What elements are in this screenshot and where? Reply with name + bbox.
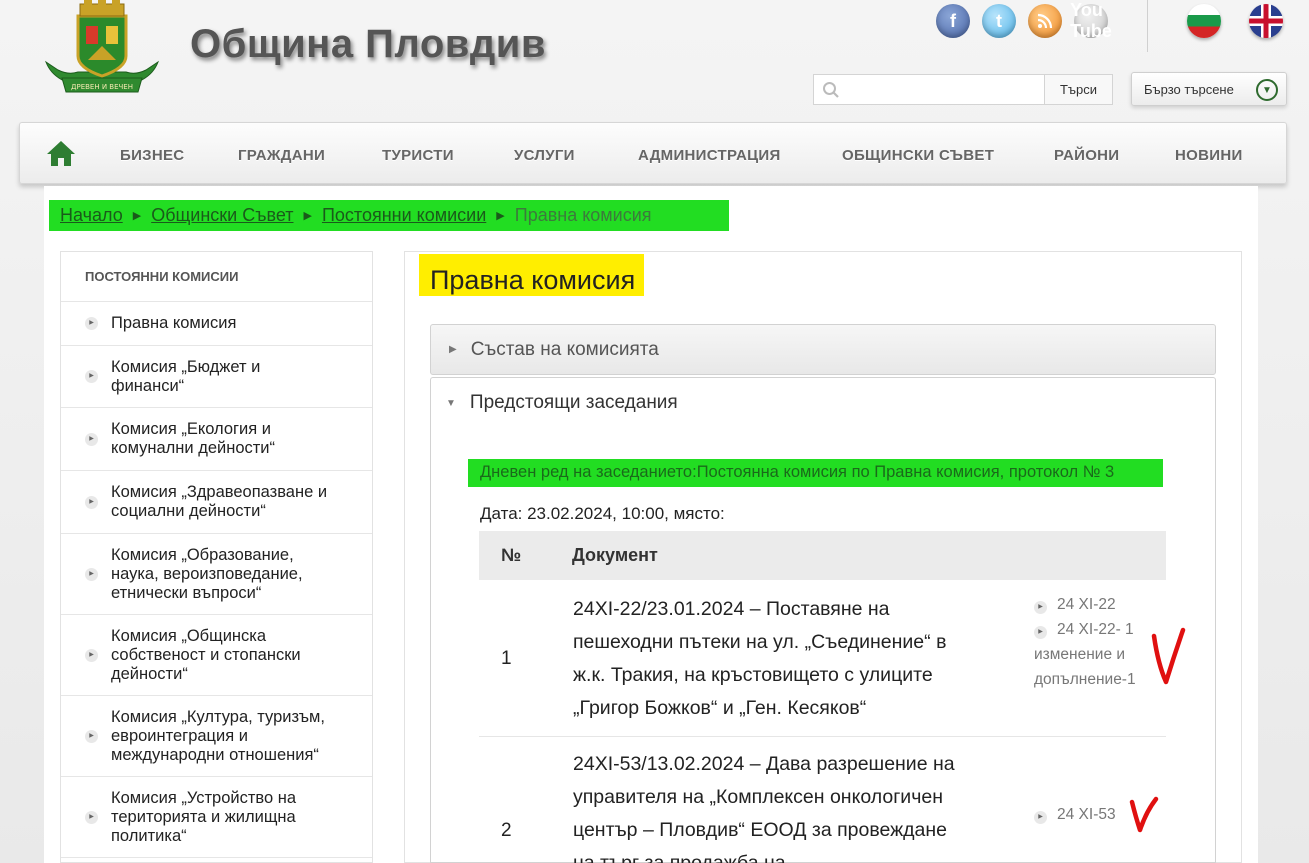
session-date: Дата: 23.02.2024, 10:00, място: bbox=[480, 504, 725, 523]
table-header: № Документ bbox=[479, 531, 1166, 580]
twitter-icon[interactable]: t bbox=[982, 4, 1016, 38]
bullet-arrow-icon: ▶ bbox=[85, 370, 98, 383]
quick-search-dropdown[interactable]: Бързо търсене ▼ bbox=[1131, 72, 1287, 106]
accordion-committee-members[interactable]: ▶ Състав на комисията bbox=[430, 324, 1216, 375]
column-header-number: № bbox=[501, 545, 522, 565]
accordion-header[interactable]: ▼ Предстоящи заседания bbox=[446, 392, 678, 414]
nav-item-districts[interactable]: РАЙОНИ bbox=[1054, 147, 1119, 164]
sidebar-item-label: Комисия „Екология и комунални дейности“ bbox=[111, 420, 276, 457]
attachment-label: 24 XI-22 bbox=[1057, 596, 1116, 613]
bullet-arrow-icon: ▶ bbox=[85, 810, 98, 824]
row-document-title: 24XI-22/23.01.2024 – Поставяне на пешехо… bbox=[573, 598, 947, 719]
sidebar-item-label: Комисия „Общинска собственост и стопанск… bbox=[111, 626, 301, 683]
logo-motto: ДРЕВЕН И ВЕЧЕН bbox=[71, 83, 133, 91]
row-number: 1 bbox=[501, 648, 512, 669]
header-divider bbox=[1147, 0, 1148, 52]
bullet-arrow-icon: ▶ bbox=[85, 729, 98, 743]
nav-item-services[interactable]: УСЛУГИ bbox=[514, 147, 575, 164]
handwritten-check-mark bbox=[1129, 796, 1159, 833]
coat-of-arms-logo[interactable]: ДРЕВЕН И ВЕЧЕН bbox=[42, 0, 162, 98]
bullet-arrow-icon: ▶ bbox=[85, 567, 98, 581]
attachment-label: 24 XI-53 bbox=[1057, 806, 1116, 823]
row-separator bbox=[479, 736, 1166, 737]
accordion-label: Състав на комисията bbox=[470, 338, 659, 360]
social-links: f t You Tube bbox=[936, 0, 1112, 41]
attachment-link[interactable]: ▶ 24 XI-22 bbox=[1034, 592, 1154, 617]
sidebar-item-label: Комисия „Бюджет и финанси“ bbox=[111, 357, 261, 395]
sidebar-item-healthcare[interactable]: ▶ Комисия „Здравеопазване и социални дей… bbox=[61, 471, 372, 534]
bullet-arrow-icon: ▶ bbox=[85, 495, 98, 509]
sidebar-heading: ПОСТОЯННИ КОМИСИИ bbox=[61, 252, 372, 302]
nav-item-business[interactable]: БИЗНЕС bbox=[120, 147, 184, 164]
rss-icon[interactable] bbox=[1028, 4, 1062, 38]
breadcrumb-standing-committees[interactable]: Постоянни комисии bbox=[322, 205, 486, 226]
row-number: 2 bbox=[501, 820, 512, 841]
sidebar-item-label: Комисия „Здравеопазване и социални дейно… bbox=[111, 483, 328, 520]
breadcrumb-current: Правна комисия bbox=[514, 205, 652, 225]
site-title[interactable]: Община Пловдив bbox=[190, 22, 546, 67]
triangle-down-icon: ▼ bbox=[446, 397, 456, 409]
sidebar-item-label: Комисия „Култура, туризъм, евроинтеграци… bbox=[111, 707, 325, 764]
accordion-label: Предстоящи заседания bbox=[469, 392, 678, 413]
breadcrumb-home[interactable]: Начало bbox=[60, 205, 123, 226]
breadcrumb: Начало ▶ Общински Съвет ▶ Постоянни коми… bbox=[49, 200, 729, 231]
sidebar-item-label: Комисия „Устройство на територията и жил… bbox=[111, 788, 297, 845]
attachment-link[interactable]: ▶ 24 XI-22- 1 изменение и допълнение-1 bbox=[1034, 617, 1154, 692]
sidebar-item-label: Комисия „Образование, наука, вероизповед… bbox=[111, 545, 303, 602]
sidebar-item-legal[interactable]: ▶ Правна комисия bbox=[61, 302, 372, 346]
sidebar-item-budget[interactable]: ▶ Комисия „Бюджет и финанси“ bbox=[61, 346, 372, 408]
sidebar-item-education[interactable]: ▶ Комисия „Образование, наука, вероизпов… bbox=[61, 534, 372, 615]
home-icon[interactable] bbox=[46, 139, 76, 172]
nav-item-news[interactable]: НОВИНИ bbox=[1175, 147, 1243, 164]
search-icon bbox=[814, 75, 848, 104]
breadcrumb-separator-icon: ▶ bbox=[132, 210, 142, 222]
quick-search-label: Бързо търсене bbox=[1144, 81, 1234, 97]
nav-item-municipal-council[interactable]: ОБЩИНСКИ СЪВЕТ bbox=[842, 147, 994, 164]
attachment-list: ▶ 24 XI-22 ▶ 24 XI-22- 1 изменение и допъл… bbox=[1034, 592, 1154, 692]
breadcrumb-separator-icon: ▶ bbox=[303, 210, 312, 222]
sidebar-item-label: Правна комисия bbox=[111, 314, 237, 332]
sidebar-item-ecology[interactable]: ▶ Комисия „Екология и комунални дейности… bbox=[61, 408, 372, 471]
breadcrumb-separator-icon: ▶ bbox=[496, 210, 505, 222]
agenda-title-link[interactable]: Дневен ред на заседанието:Постоянна коми… bbox=[468, 459, 1163, 487]
row-document-title: 24XI-53/13.02.2024 – Дава разрешение на … bbox=[573, 753, 955, 863]
chevron-down-icon: ▼ bbox=[1256, 79, 1278, 101]
sidebar-item-culture[interactable]: ▶ Комисия „Култура, туризъм, евроинтегра… bbox=[61, 696, 372, 777]
bullet-arrow-icon: ▶ bbox=[1034, 811, 1047, 824]
bullet-arrow-icon: ▶ bbox=[85, 432, 98, 446]
nav-item-tourists[interactable]: ТУРИСТИ bbox=[382, 147, 454, 164]
triangle-right-icon: ▶ bbox=[449, 344, 457, 355]
bg-flag-icon[interactable] bbox=[1187, 4, 1221, 38]
handwritten-check-mark bbox=[1151, 627, 1186, 685]
bullet-arrow-icon: ▶ bbox=[1034, 626, 1047, 639]
sidebar-item-property[interactable]: ▶ Комисия „Общинска собственост и стопан… bbox=[61, 615, 372, 696]
attachment-label: 24 XI-22- 1 изменение и допълнение-1 bbox=[1034, 621, 1136, 688]
search-bar: Търси bbox=[813, 74, 1113, 105]
search-input[interactable] bbox=[848, 75, 1044, 104]
en-flag-icon[interactable] bbox=[1249, 4, 1283, 38]
bullet-arrow-icon: ▶ bbox=[85, 648, 98, 662]
column-header-document: Документ bbox=[572, 545, 658, 565]
breadcrumb-municipal-council[interactable]: Общински Съвет bbox=[151, 205, 293, 226]
main-navigation: БИЗНЕС ГРАЖДАНИ ТУРИСТИ УСЛУГИ АДМИНИСТР… bbox=[19, 122, 1287, 184]
sidebar: ПОСТОЯННИ КОМИСИИ ▶ Правна комисия ▶ Ком… bbox=[60, 251, 373, 863]
sidebar-item-urban-planning[interactable]: ▶ Комисия „Устройство на територията и ж… bbox=[61, 777, 372, 858]
bullet-arrow-icon: ▶ bbox=[85, 317, 98, 330]
youtube-icon[interactable]: You Tube bbox=[1070, 0, 1112, 41]
nav-item-administration[interactable]: АДМИНИСТРАЦИЯ bbox=[638, 147, 781, 164]
nav-item-citizens[interactable]: ГРАЖДАНИ bbox=[238, 147, 325, 164]
bullet-arrow-icon: ▶ bbox=[1034, 601, 1047, 614]
facebook-icon[interactable]: f bbox=[936, 4, 970, 38]
page-title: Правна комисия bbox=[419, 254, 644, 296]
search-button[interactable]: Търси bbox=[1044, 75, 1112, 104]
